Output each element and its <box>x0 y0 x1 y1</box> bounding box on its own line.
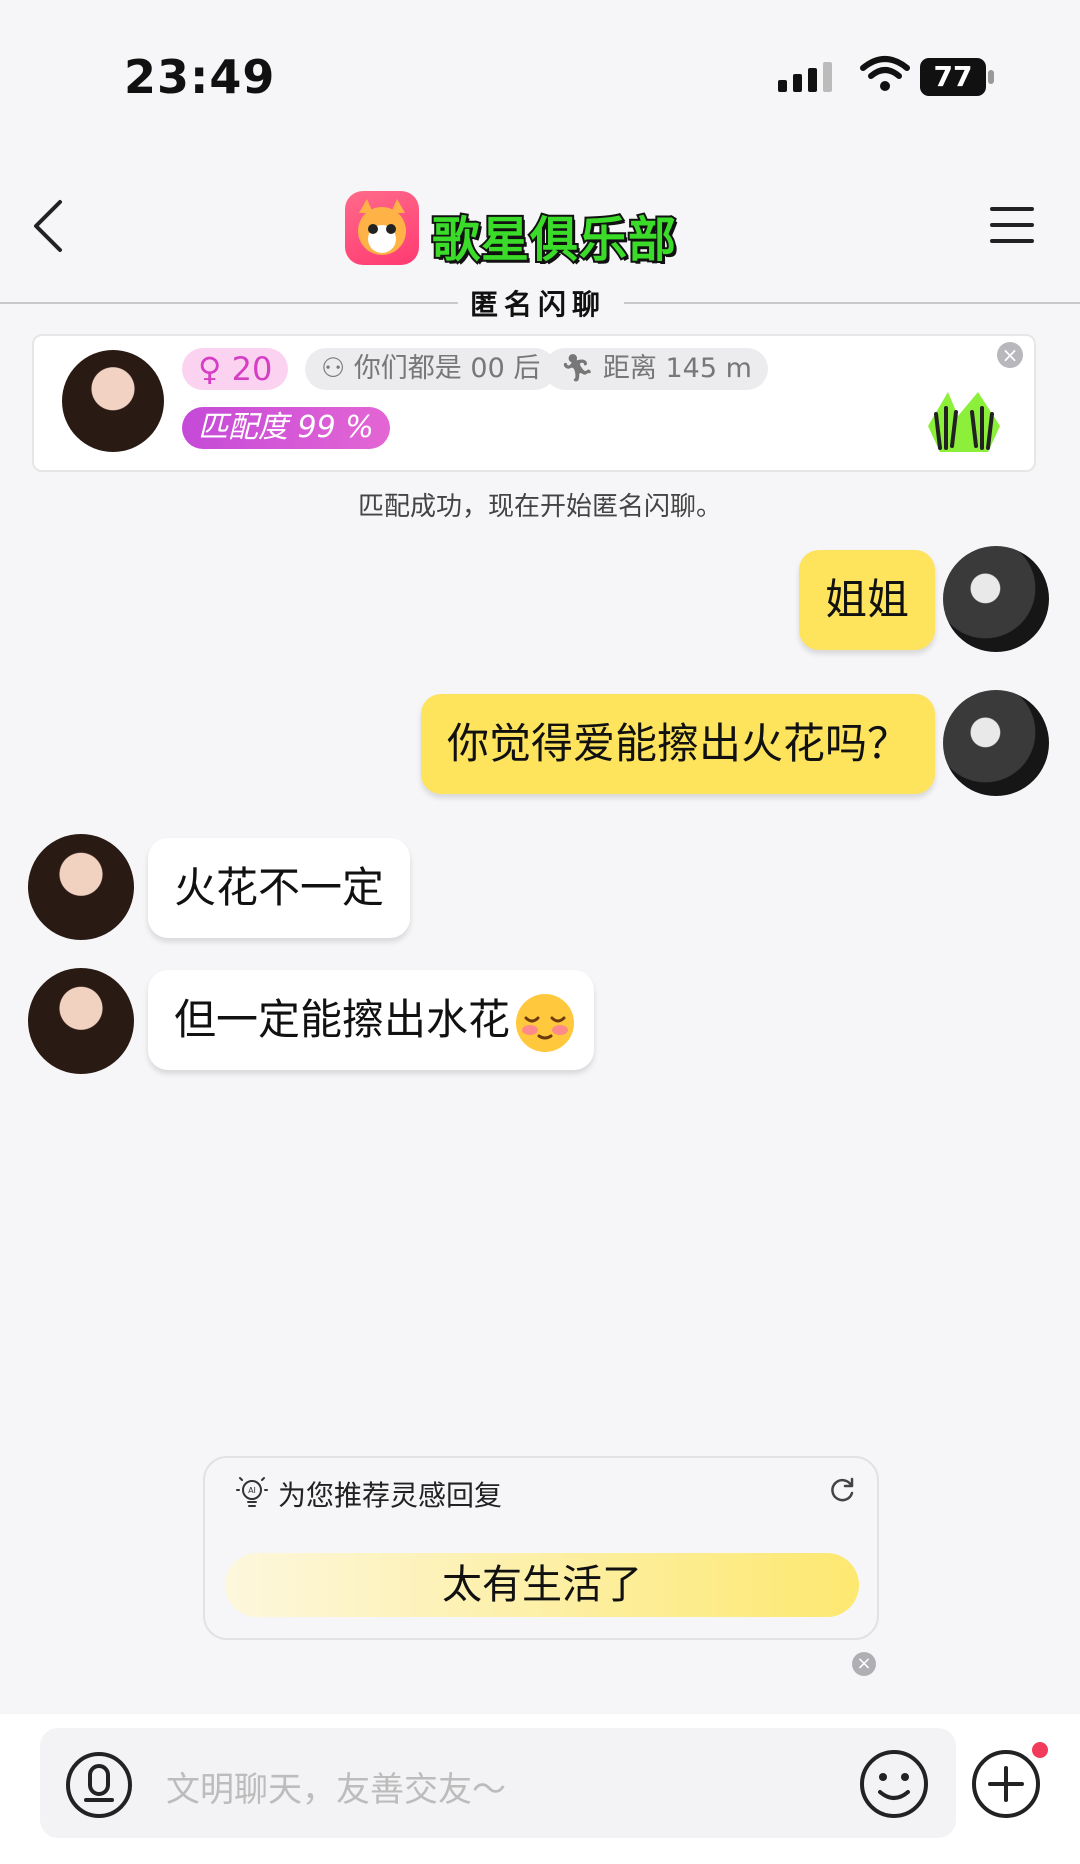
message-input-placeholder[interactable]: 文明聊天，友善交友～ <box>166 1762 506 1811</box>
chat-bubble-received[interactable]: 但一定能擦出水花 <box>148 970 595 1070</box>
refresh-icon[interactable] <box>828 1476 856 1504</box>
suggestion-title: 为您推荐灵感回复 <box>278 1479 503 1512</box>
app-logo <box>345 191 419 265</box>
battery-icon: 77 <box>920 58 996 96</box>
partner-avatar[interactable] <box>62 350 164 452</box>
distance-tag: 🏃︎ 距离 145 m <box>544 348 768 390</box>
menu-icon[interactable] <box>990 203 1034 247</box>
battery-level: 77 <box>933 60 973 93</box>
voice-icon[interactable] <box>64 1750 134 1820</box>
svg-text:AI: AI <box>248 1486 256 1495</box>
partner-avatar[interactable] <box>28 834 134 940</box>
app-brand-name: 歌星俱乐部 <box>430 210 678 270</box>
my-avatar[interactable] <box>943 690 1049 796</box>
close-icon[interactable]: × <box>852 1652 876 1676</box>
running-icon: 🏃︎ <box>560 353 595 384</box>
divider-right <box>624 302 1080 304</box>
chat-bubble-sent[interactable]: 你觉得爱能擦出火花吗？ <box>420 694 935 794</box>
divider-left <box>0 302 458 304</box>
age-value: 20 <box>231 350 273 388</box>
status-time: 23:49 <box>124 50 276 104</box>
suggested-reply-button[interactable]: 太有生活了 <box>225 1553 859 1617</box>
fox-mascot-icon <box>358 199 406 255</box>
generation-label: 你们都是 00 后 <box>353 353 541 384</box>
system-message: 匹配成功，现在开始匿名闪聊。 <box>357 492 722 522</box>
chat-bubble-sent[interactable]: 姐姐 <box>798 550 935 650</box>
emoji-icon[interactable] <box>858 1748 930 1820</box>
match-score-badge: 匹配度 99 % <box>182 407 390 449</box>
message-text: 但一定能擦出水花 <box>174 995 511 1044</box>
people-icon: ⚇ <box>321 353 346 384</box>
my-avatar[interactable] <box>943 546 1049 652</box>
plus-icon[interactable] <box>970 1748 1042 1820</box>
back-arrow-icon[interactable] <box>28 196 66 256</box>
high-five-icon <box>928 392 1000 452</box>
generation-tag: ⚇ 你们都是 00 后 <box>305 348 557 390</box>
ai-bulb-icon: AI <box>236 1477 268 1507</box>
page-subtitle: 匿名闪聊 <box>470 288 607 321</box>
cellular-signal-icon <box>778 62 832 92</box>
wifi-icon <box>860 56 910 91</box>
blushing-emoji-icon <box>516 994 575 1052</box>
close-icon[interactable]: × <box>997 342 1023 368</box>
notification-dot <box>1032 1742 1048 1758</box>
gender-female-icon: ♀ <box>198 350 222 388</box>
chat-bubble-received[interactable]: 火花不一定 <box>148 838 411 938</box>
distance-label: 距离 145 m <box>602 353 752 384</box>
partner-avatar[interactable] <box>28 968 134 1074</box>
age-tag: ♀ 20 <box>182 348 289 390</box>
